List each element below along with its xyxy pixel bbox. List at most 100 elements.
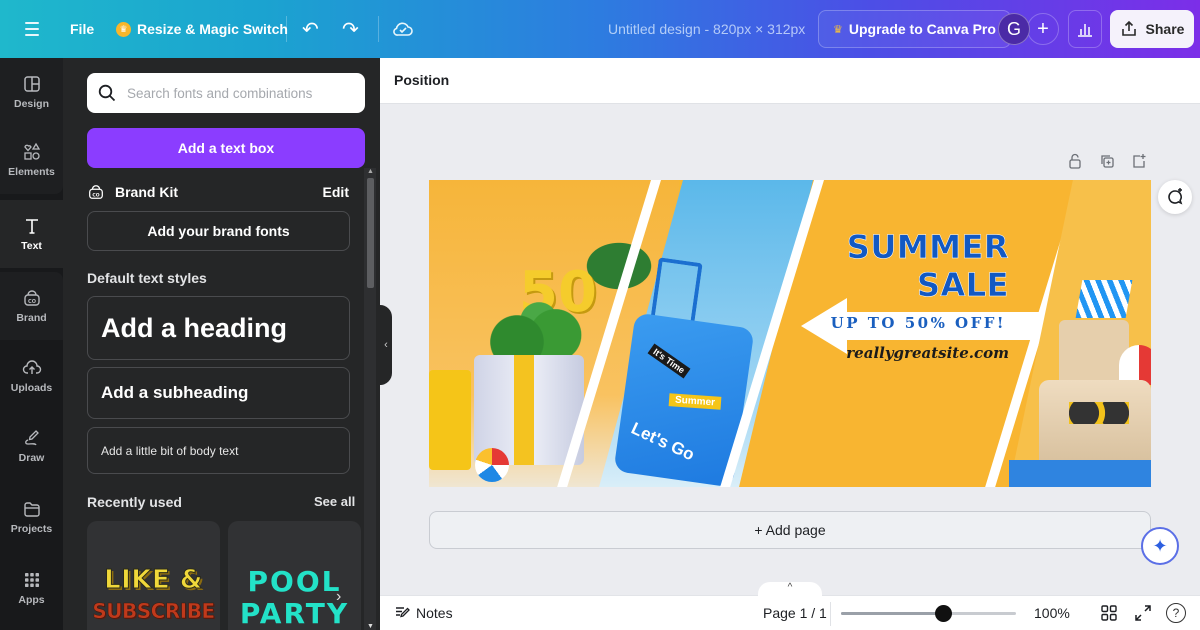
cloud-save-icon[interactable] xyxy=(392,0,414,58)
rail-item-elements[interactable]: Elements xyxy=(0,126,63,194)
crown-icon: ♛ xyxy=(833,23,843,36)
help-icon[interactable]: ? xyxy=(1166,603,1186,623)
gift-ribbon-graphic xyxy=(514,355,534,465)
lock-icon[interactable] xyxy=(1066,152,1084,170)
divider xyxy=(286,16,287,42)
rail-label: Projects xyxy=(10,523,53,535)
editor-workspace: Position 50 It's Time Summer Let's Go SU… xyxy=(380,58,1200,630)
sale-headline: SUMMER SALE xyxy=(846,228,1009,305)
page-tools xyxy=(1066,152,1148,170)
rail-label: Text xyxy=(21,240,42,252)
rail-label: Design xyxy=(13,98,49,110)
text-side-panel: Add a text box CO Brand Kit Edit Add you… xyxy=(63,58,380,630)
share-label: Share xyxy=(1145,21,1185,37)
context-toolbar: Position xyxy=(380,58,1200,104)
beach-ball-graphic xyxy=(475,448,509,482)
rail-item-draw[interactable]: Draw xyxy=(0,412,63,480)
design-title[interactable]: Untitled design - 820px × 312px xyxy=(608,0,805,58)
zoom-slider[interactable] xyxy=(841,605,1016,622)
add-subheading-button[interactable]: Add a subheading xyxy=(87,367,350,419)
rail-label: Brand xyxy=(16,312,47,324)
top-bar: File ♛ Resize & Magic Switch ↶ ↷ Untitle… xyxy=(0,0,1200,58)
file-menu-button[interactable]: File xyxy=(70,0,94,58)
beach-chair-graphic xyxy=(1075,280,1133,318)
position-button[interactable]: Position xyxy=(394,72,449,88)
rail-item-projects[interactable]: Projects xyxy=(0,483,63,551)
left-nav-rail: Design Elements Text CO Brand Uploads Dr… xyxy=(0,58,63,630)
rail-label: Uploads xyxy=(10,382,53,394)
rail-item-uploads[interactable]: Uploads xyxy=(0,342,63,410)
font-search-input[interactable] xyxy=(127,85,357,101)
add-body-text-button[interactable]: Add a little bit of body text xyxy=(87,427,350,474)
rail-item-brand[interactable]: CO Brand xyxy=(0,272,63,340)
add-text-box-button[interactable]: Add a text box xyxy=(87,128,365,168)
notes-button[interactable]: Notes xyxy=(394,605,453,621)
pool-graphic xyxy=(1009,460,1151,487)
divider xyxy=(830,602,831,626)
add-page-icon[interactable] xyxy=(1130,152,1148,170)
chevron-right-icon[interactable]: › xyxy=(336,588,341,606)
svg-text:CO: CO xyxy=(28,299,36,305)
resize-label: Resize & Magic Switch xyxy=(137,21,288,37)
sale-url-text: reallygreatsite.com xyxy=(846,344,1009,362)
undo-icon[interactable]: ↶ xyxy=(302,0,319,58)
sale-offer-text: UP TO 50% OFF! xyxy=(830,314,1006,332)
rail-item-design[interactable]: Design xyxy=(0,58,63,126)
font-search-box[interactable] xyxy=(87,73,365,113)
magic-sparkle-icon[interactable]: ✦ xyxy=(1141,527,1179,565)
notes-icon xyxy=(396,607,410,618)
share-button[interactable]: Share xyxy=(1110,10,1194,48)
zoom-percentage[interactable]: 100% xyxy=(1034,605,1070,621)
resize-magic-switch-button[interactable]: ♛ Resize & Magic Switch xyxy=(116,0,288,58)
notes-label: Notes xyxy=(416,605,453,621)
upgrade-pro-button[interactable]: ♛ Upgrade to Canva Pro xyxy=(818,10,1011,48)
bar-chart-icon[interactable] xyxy=(1068,10,1102,48)
rail-item-apps[interactable]: Apps xyxy=(0,554,63,622)
search-icon xyxy=(98,84,116,102)
plus-icon[interactable]: + xyxy=(1027,13,1059,45)
folder-icon xyxy=(22,499,42,519)
add-comment-icon[interactable] xyxy=(1158,180,1192,214)
divider xyxy=(378,16,379,42)
brand-kit-icon: CO xyxy=(22,288,42,308)
template-line: SUBSCRIBE xyxy=(92,599,215,624)
headline-line: SUMMER xyxy=(846,228,1009,267)
add-page-button[interactable]: + Add page xyxy=(429,511,1151,549)
redo-icon[interactable]: ↷ xyxy=(342,0,359,58)
see-all-link[interactable]: See all xyxy=(314,494,355,509)
scroll-up-icon[interactable]: ▲ xyxy=(367,168,374,175)
default-text-styles-heading: Default text styles xyxy=(87,270,207,286)
rail-item-text[interactable]: Text xyxy=(0,200,63,268)
layout-icon xyxy=(22,74,42,94)
sunglasses-graphic xyxy=(1069,402,1129,424)
hamburger-icon[interactable] xyxy=(22,0,42,58)
add-heading-button[interactable]: Add a heading xyxy=(87,296,350,360)
draw-icon xyxy=(22,428,42,448)
recent-text-template[interactable]: LIKE & SUBSCRIBE xyxy=(87,521,220,630)
add-brand-fonts-button[interactable]: Add your brand fonts xyxy=(87,211,350,251)
bottom-bar: ^ Notes Page 1 / 1 100% ? xyxy=(380,582,1200,630)
scroll-down-icon[interactable]: ▼ xyxy=(367,623,374,630)
page-indicator[interactable]: Page 1 / 1 xyxy=(763,605,827,621)
brand-kit-edit-button[interactable]: Edit xyxy=(323,184,349,200)
rail-label: Elements xyxy=(8,166,55,178)
grid-view-icon[interactable] xyxy=(1100,604,1118,627)
zoom-slider-handle[interactable] xyxy=(934,605,952,622)
chevron-up-icon[interactable]: ^ xyxy=(758,582,822,598)
avatar[interactable]: G xyxy=(998,13,1030,45)
recently-used-heading: Recently used xyxy=(87,494,182,510)
brand-kit-row: CO Brand Kit Edit xyxy=(87,180,349,204)
rail-label: Draw xyxy=(18,452,45,464)
cloud-upload-icon xyxy=(22,358,42,378)
recent-text-template[interactable]: POOL PARTY xyxy=(228,521,361,630)
panel-scrollbar[interactable]: ▲ ▼ xyxy=(364,168,376,630)
scrollbar-thumb[interactable] xyxy=(367,178,374,288)
yellow-suitcase-graphic xyxy=(429,370,471,470)
apps-grid-icon xyxy=(22,570,42,590)
svg-text:CO: CO xyxy=(92,193,99,199)
collapse-panel-handle[interactable]: ‹ xyxy=(380,305,392,385)
design-canvas[interactable]: 50 It's Time Summer Let's Go SUMMER SALE… xyxy=(429,180,1151,487)
duplicate-page-icon[interactable] xyxy=(1098,152,1116,170)
upgrade-label: Upgrade to Canva Pro xyxy=(848,21,996,37)
fullscreen-icon[interactable] xyxy=(1134,604,1152,627)
